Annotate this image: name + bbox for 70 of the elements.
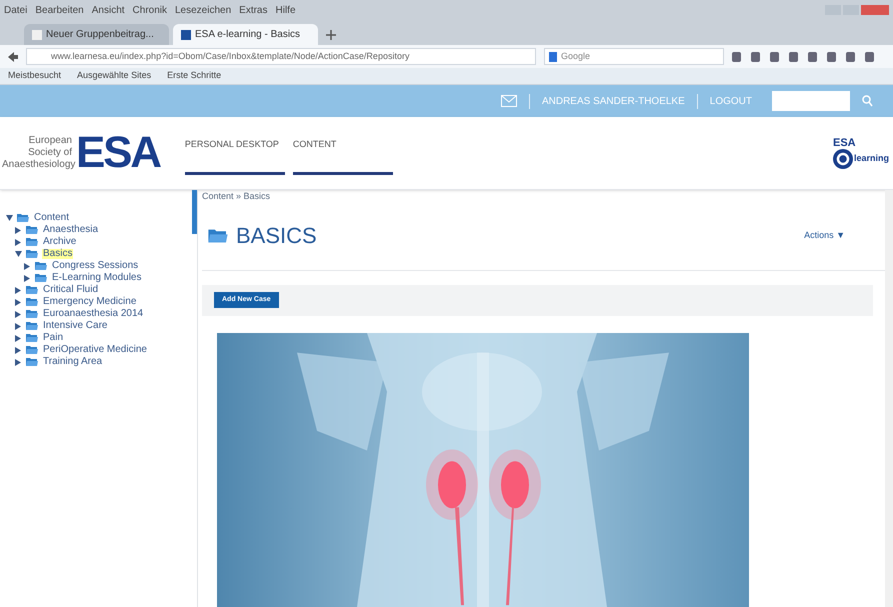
bookmark-link[interactable]: Meistbesucht	[8, 69, 62, 83]
menu-item[interactable]: Chronik	[132, 2, 167, 18]
bookmark-link[interactable]: Ausgewählte Sites	[77, 69, 152, 83]
folder-icon	[26, 345, 38, 355]
folder-icon	[26, 249, 38, 259]
page-title: BASICS	[236, 222, 317, 250]
actions-menu[interactable]: Actions ▼	[804, 229, 845, 243]
breadcrumb: Content » Basics	[202, 190, 272, 202]
menu-item[interactable]: Hilfe	[276, 2, 296, 18]
nav-tab[interactable]: PERSONAL DESKTOP	[184, 117, 285, 175]
bookmark-link[interactable]: Erste Schritte	[167, 69, 222, 83]
folder-icon	[26, 309, 38, 319]
page-icon	[32, 30, 42, 40]
expand-arrow-icon[interactable]	[15, 334, 22, 342]
tree-item[interactable]: Anaesthesia	[42, 225, 100, 235]
collapse-arrow-icon[interactable]	[15, 251, 22, 257]
search-field[interactable]: Google	[544, 48, 724, 65]
tree-item[interactable]: E-Learning Modules	[51, 273, 142, 283]
page-icon	[181, 30, 191, 40]
folder-icon	[26, 285, 38, 295]
elearning-logo-esa: ESA	[832, 138, 857, 148]
expand-arrow-icon[interactable]	[15, 226, 22, 234]
expand-arrow-icon[interactable]	[15, 238, 22, 246]
tree-item[interactable]: Content	[33, 213, 70, 223]
folder-icon	[17, 213, 29, 223]
nav-tab[interactable]: CONTENT	[292, 117, 393, 175]
menu-item[interactable]: Extras	[239, 2, 268, 18]
elearning-logo-text: learning	[854, 152, 889, 165]
folder-icon	[26, 321, 38, 331]
new-tab-icon[interactable]	[326, 30, 336, 40]
tree-item[interactable]: Training Area	[42, 357, 104, 367]
expand-arrow-icon[interactable]	[15, 346, 22, 354]
sidebar-toggle[interactable]	[192, 190, 197, 234]
folder-icon	[26, 297, 38, 307]
scrollbar[interactable]	[885, 190, 893, 607]
back-icon[interactable]	[8, 52, 18, 62]
expand-arrow-icon[interactable]	[15, 310, 22, 318]
tree-item[interactable]: Congress Sessions	[51, 261, 140, 271]
menu-item[interactable]: Ansicht	[92, 2, 125, 18]
folder-icon	[26, 333, 38, 343]
tree-item[interactable]: Euroanaesthesia 2014	[42, 309, 144, 319]
expand-arrow-icon[interactable]	[24, 274, 31, 282]
folder-icon	[35, 273, 47, 283]
browser-tab[interactable]: Neuer Gruppenbeitrag...	[24, 24, 169, 45]
tree-item[interactable]: Emergency Medicine	[42, 297, 138, 307]
expand-arrow-icon[interactable]	[24, 262, 31, 270]
site-search-field[interactable]	[772, 91, 850, 111]
esa-logo[interactable]: ESA	[76, 131, 160, 175]
folder-icon	[26, 225, 38, 235]
collapse-arrow-icon[interactable]	[6, 215, 13, 221]
tree-item[interactable]: Archive	[42, 237, 78, 247]
e-logo-icon	[832, 148, 853, 168]
tree-item[interactable]: PeriOperative Medicine	[42, 345, 148, 355]
menu-item[interactable]: Datei	[4, 2, 28, 18]
tree-item[interactable]: Pain	[42, 333, 64, 343]
folder-icon	[26, 237, 38, 247]
tree-item[interactable]: Intensive Care	[42, 321, 108, 331]
browser-tab[interactable]: ESA e-learning - Basics	[173, 24, 318, 45]
address-field[interactable]: www.learnesa.eu/index.php?id=Obom/Case/Inbox&template/Node/ActionCase/Repository	[26, 48, 536, 65]
menu-item[interactable]: Bearbeiten	[35, 2, 84, 18]
folder-icon	[208, 228, 228, 244]
expand-arrow-icon[interactable]	[15, 358, 22, 366]
menu-item[interactable]: Lesezeichen	[175, 2, 232, 18]
expand-arrow-icon[interactable]	[15, 322, 22, 330]
folder-icon	[26, 357, 38, 367]
expand-arrow-icon[interactable]	[15, 286, 22, 294]
folder-icon	[35, 261, 47, 271]
tree-item[interactable]: Basics	[42, 249, 74, 259]
expand-arrow-icon[interactable]	[15, 298, 22, 306]
tree-item[interactable]: Critical Fluid	[42, 285, 100, 295]
